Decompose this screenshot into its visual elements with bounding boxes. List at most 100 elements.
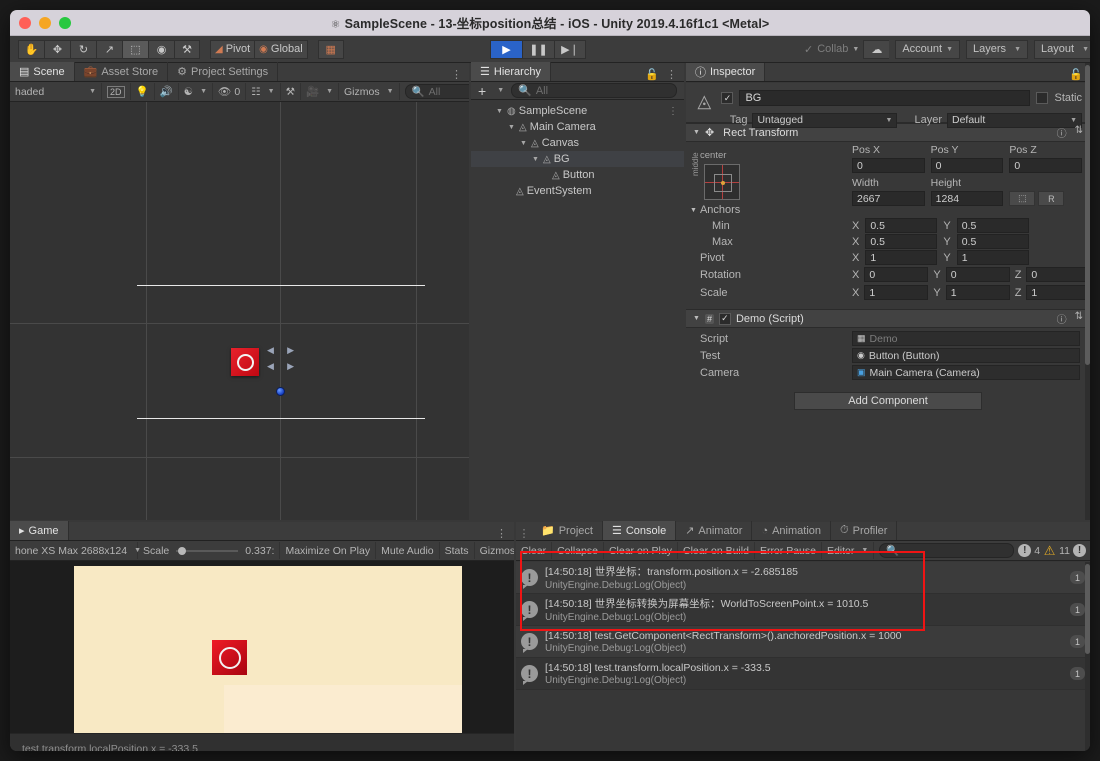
scene-tab-menu[interactable]: ⋮ [451, 68, 469, 81]
tag-dropdown[interactable]: Untagged ▼ [752, 112, 898, 128]
grid-snap-button[interactable]: ▦ [317, 39, 344, 59]
scene-search-input[interactable]: 🔍 All [404, 84, 469, 99]
tab-inspector[interactable]: ⓘ Inspector [686, 63, 766, 81]
game-tab-menu[interactable]: ⋮ [496, 527, 514, 540]
hierarchy-list[interactable]: ▼ ◍ SampleScene ⋮ ▼ ◬ Main Camera ▼ ◬ Ca… [471, 103, 684, 520]
pos-x-field[interactable]: 0 [852, 158, 925, 173]
layout-dropdown[interactable]: Layout ▼ [1034, 39, 1090, 59]
anchor-max-y-field[interactable]: 0.5 [956, 234, 1029, 249]
tab-animation[interactable]: ◔ Animation [752, 521, 832, 540]
pivot-toggle[interactable]: ◢ Pivot [210, 39, 255, 59]
pos-z-field[interactable]: 0 [1009, 158, 1083, 173]
tab-asset-store[interactable]: 💼 Asset Store [75, 62, 169, 81]
kebab-menu-icon[interactable]: ⋮ [666, 68, 677, 81]
hidden-objects-toggle[interactable]: 👁 0 [213, 83, 247, 100]
scene-tools-button[interactable]: ⚒ [281, 83, 301, 100]
console-log-list[interactable]: ! [14:50:18] 世界坐标：transform.position.x =… [516, 562, 1090, 751]
layers-dropdown[interactable]: Layers ▼ [966, 39, 1028, 59]
scale-x-field[interactable]: 1 [864, 285, 929, 300]
tab-hierarchy[interactable]: ☰ Hierarchy [471, 62, 551, 81]
scale-slider[interactable]: Scale 0.337: [138, 542, 281, 559]
chevron-down-icon[interactable]: ▼ [519, 140, 528, 147]
object-active-checkbox[interactable]: ✓ [721, 92, 734, 104]
console-clear-on-build-button[interactable]: Clear on Build [678, 542, 755, 559]
kebab-menu-icon[interactable]: ⋮ [496, 527, 507, 540]
blueprint-mode-button[interactable]: ⬚ [1009, 191, 1036, 206]
lock-icon[interactable]: 🔓 [1069, 68, 1083, 81]
panel-drag-handle[interactable]: ⋮ [516, 527, 532, 540]
stats-button[interactable]: Stats [440, 542, 475, 559]
camera-settings-dropdown[interactable]: 🎥 ▼ [301, 83, 340, 100]
rotation-z-field[interactable]: 0 [1026, 267, 1090, 282]
audio-toggle[interactable]: 🔊 [155, 83, 179, 100]
demo-script-header[interactable]: ▼ # ✓ Demo (Script) ⓘ ⇅ [686, 309, 1090, 328]
resolution-dropdown[interactable]: hone XS Max 2688x124 ▼ [10, 542, 141, 559]
rotation-x-field[interactable]: 0 [864, 267, 929, 282]
game-viewport[interactable] [10, 561, 514, 733]
scale-z-field[interactable]: 1 [1026, 285, 1090, 300]
help-icon[interactable]: ⓘ [1057, 125, 1067, 140]
hierarchy-item-button[interactable]: ◬ Button [471, 167, 684, 183]
lighting-toggle[interactable]: 💡 [131, 83, 155, 100]
help-icon[interactable]: ⓘ [1057, 311, 1067, 326]
account-dropdown[interactable]: Account ▼ [895, 39, 960, 59]
custom-tool-icon[interactable]: ⚒ [174, 39, 200, 59]
tab-console[interactable]: ☰ Console [602, 521, 677, 540]
camera-reference-field[interactable]: ▣ Main Camera (Camera) [852, 365, 1080, 380]
log-entry[interactable]: ! [14:50:18] test.GetComponent<RectTrans… [516, 626, 1090, 658]
minimize-button[interactable] [39, 16, 51, 29]
kebab-menu-icon[interactable]: ⋮ [668, 106, 678, 117]
maximize-on-play-button[interactable]: Maximize On Play [280, 542, 377, 559]
lock-icon[interactable]: 🔓 [645, 68, 659, 81]
global-toggle[interactable]: ◉ Global [254, 39, 308, 59]
tab-project[interactable]: 📁 Project [532, 521, 603, 540]
scene-viewport[interactable]: ◀ ▶ ◀ ▶ Tools No custom tools available [10, 102, 469, 520]
hierarchy-item-main-camera[interactable]: ▼ ◬ Main Camera [471, 119, 684, 135]
anchor-min-y-field[interactable]: 0.5 [956, 218, 1029, 233]
hierarchy-item-samplescene[interactable]: ▼ ◍ SampleScene ⋮ [471, 103, 684, 119]
log-entry[interactable]: ! [14:50:18] test.transform.localPositio… [516, 658, 1090, 690]
rect-tool-icon[interactable]: ⬚ [122, 39, 148, 59]
object-name-field[interactable]: BG [739, 90, 1031, 106]
pivot-x-field[interactable]: 1 [865, 250, 938, 265]
pos-y-field[interactable]: 0 [930, 158, 1004, 173]
anchor-max-x-field[interactable]: 0.5 [865, 234, 938, 249]
add-component-button[interactable]: Add Component [794, 392, 982, 410]
mute-audio-button[interactable]: Mute Audio [376, 542, 440, 559]
shading-mode-dropdown[interactable]: haded ▼ [10, 83, 102, 100]
console-clear-button[interactable]: Clear [516, 542, 553, 559]
gizmo-handle-center[interactable] [276, 387, 285, 396]
scale-slider-track[interactable] [176, 546, 239, 555]
gizmos-dropdown[interactable]: Gizmos ▼ [339, 83, 400, 100]
tab-animator[interactable]: ↗ Animator [676, 521, 753, 540]
inspector-scrollbar[interactable] [1085, 63, 1090, 520]
chevron-down-icon[interactable]: ▼ [693, 315, 700, 322]
toggle-2d[interactable]: 2D [102, 83, 131, 100]
hierarchy-item-canvas[interactable]: ▼ ◬ Canvas [471, 135, 684, 151]
chevron-down-icon[interactable]: ▼ [531, 156, 540, 163]
grid-visibility-dropdown[interactable]: ☷ ▼ [246, 83, 281, 100]
tab-project-settings[interactable]: ⚙ Project Settings [168, 62, 279, 81]
demo-script-enabled-checkbox[interactable]: ✓ [718, 312, 731, 325]
window-controls[interactable] [10, 16, 71, 29]
chevron-down-icon[interactable]: ▼ [690, 207, 697, 214]
hierarchy-item-eventsystem[interactable]: ◬ EventSystem [471, 183, 684, 199]
log-entry[interactable]: ! [14:50:18] 世界坐标：transform.position.x =… [516, 562, 1090, 594]
raw-mode-button[interactable]: R [1038, 191, 1065, 206]
static-checkbox[interactable] [1036, 92, 1049, 104]
chevron-down-icon[interactable]: ▼ [693, 129, 700, 136]
chevron-down-icon[interactable]: ▼ [507, 124, 516, 131]
hierarchy-item-bg[interactable]: ▼ ◬ BG [471, 151, 684, 167]
close-button[interactable] [19, 16, 31, 29]
console-editor-dropdown[interactable]: Editor ▼ [822, 542, 875, 559]
cloud-button[interactable]: ☁ [863, 39, 890, 59]
game-button-object[interactable] [212, 640, 247, 675]
kebab-menu-icon[interactable]: ⋮ [451, 68, 462, 81]
anchor-min-x-field[interactable]: 0.5 [865, 218, 938, 233]
pause-button[interactable]: ❚❚ [522, 39, 554, 59]
console-clear-on-play-button[interactable]: Clear on Play [604, 542, 678, 559]
log-entry[interactable]: ! [14:50:18] 世界坐标转换为屏幕坐标：WorldToScreenPo… [516, 594, 1090, 626]
maximize-button[interactable] [59, 16, 71, 29]
console-search-input[interactable]: 🔍 [879, 543, 1015, 558]
preset-icon[interactable]: ⇅ [1075, 125, 1083, 140]
